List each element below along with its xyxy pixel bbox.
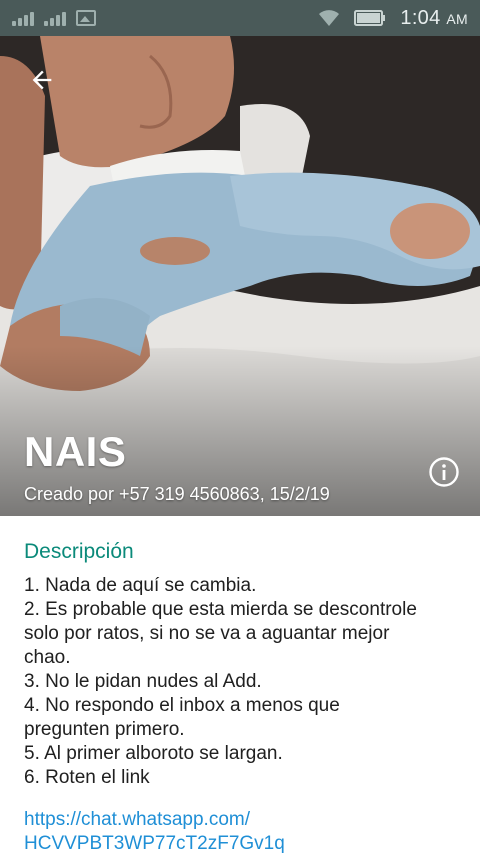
description-heading: Descripción [24, 540, 134, 563]
description-line: solo por ratos, si no se va a aguantar m… [24, 623, 390, 644]
description-line: 4. No respondo el inbox a menos que [24, 695, 340, 716]
clock-time: 1:04 [400, 6, 441, 29]
description-section: Descripción 1. Nada de aquí se cambia. 2… [0, 516, 480, 854]
info-icon [429, 457, 459, 487]
description-line: pregunten primero. [24, 719, 185, 740]
clock: 1:04 AM [400, 7, 468, 30]
invite-link[interactable]: https://chat.whatsapp.com/ HCVVPBT3WP77c… [24, 808, 456, 854]
info-button[interactable] [428, 456, 460, 488]
gallery-icon [76, 10, 96, 26]
status-bar: 1:04 AM [0, 0, 480, 36]
description-line: 1. Nada de aquí se cambia. [24, 575, 257, 596]
signal-icon [44, 10, 66, 26]
invite-link-line2[interactable]: HCVVPBT3WP77cT2zF7Gv1q [24, 832, 456, 854]
description-line: 5. Al primer alboroto se largan. [24, 743, 283, 764]
description-line: 2. Es probable que esta mierda se descon… [24, 599, 417, 620]
back-button[interactable] [22, 60, 62, 100]
description-line: 3. No le pidan nudes al Add. [24, 671, 262, 692]
signal-icon [12, 10, 34, 26]
group-photo[interactable]: NAIS Creado por +57 319 4560863, 15/2/19 [0, 36, 480, 516]
battery-icon [354, 10, 386, 26]
description-line: chao. [24, 647, 71, 668]
arrow-left-icon [32, 70, 52, 90]
group-title: NAIS [24, 428, 127, 475]
wifi-icon [319, 10, 340, 26]
invite-link-line1[interactable]: https://chat.whatsapp.com/ [24, 808, 456, 832]
clock-ampm: AM [446, 10, 468, 27]
created-by-text: Creado por +57 319 4560863, 15/2/19 [24, 484, 330, 504]
description-line: 6. Roten el link [24, 767, 150, 788]
